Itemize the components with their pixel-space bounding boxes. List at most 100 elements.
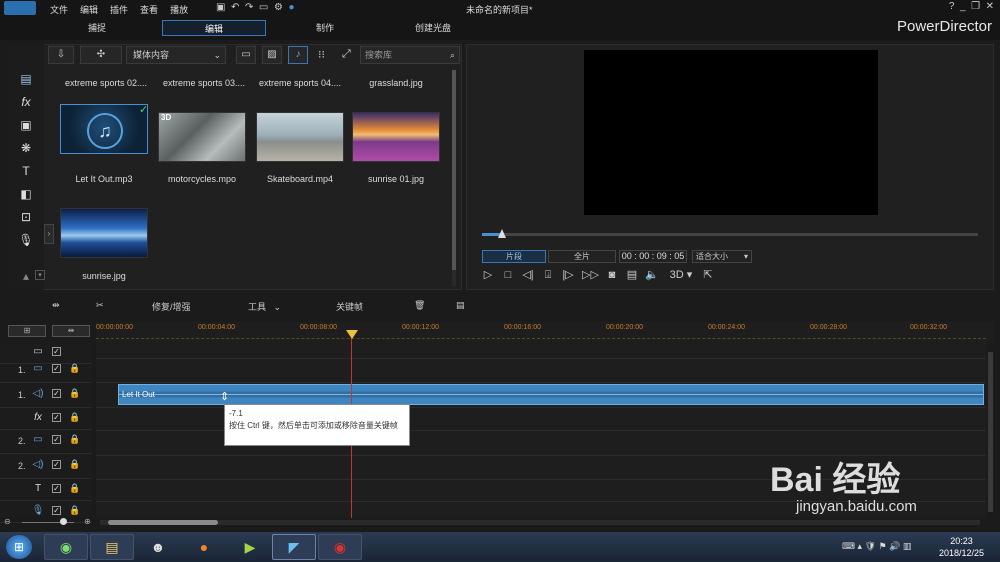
undo-icon[interactable]: ↶ [231, 2, 239, 13]
movie-mode-button[interactable]: 全片 [548, 250, 616, 263]
lock-icon[interactable]: 🔒 [69, 483, 80, 494]
play-icon[interactable]: ▷ [481, 268, 495, 282]
scissors-icon[interactable]: ✂ [96, 300, 104, 311]
camera-icon[interactable]: ◙ [605, 268, 619, 282]
track-enable-checkbox[interactable]: ✓ [52, 506, 61, 515]
taskbar-record-icon[interactable]: ◉ [318, 534, 362, 560]
fit-timeline-icon[interactable]: ⇹ [52, 325, 90, 337]
timeline-horizontal-scrollbar[interactable] [100, 520, 980, 525]
minimize-icon[interactable]: _ [960, 1, 966, 12]
aspect-icon[interactable]: ▭ [259, 2, 268, 13]
clip-mode-button[interactable]: 片段 [482, 250, 546, 263]
library-dropdown[interactable]: 媒体内容 ⌄ [126, 46, 226, 64]
taskbar-clock[interactable]: 20:23 2018/12/25 [939, 535, 984, 559]
subtitle-icon[interactable]: ▤ [625, 268, 639, 282]
import-icon[interactable]: ⇩ [48, 46, 74, 64]
taskbar-powerdirector-icon[interactable]: ◤ [272, 534, 316, 560]
help-icon[interactable]: ? [949, 1, 955, 12]
lock-icon[interactable]: 🔒 [69, 459, 80, 470]
menu-view[interactable]: 查看 [140, 3, 158, 16]
3d-mode-button[interactable]: 3D ▾ [668, 268, 694, 282]
keyframe-button[interactable]: 关键帧 [336, 300, 363, 313]
subtitle-room-icon[interactable]: ⊡ [18, 209, 34, 225]
lock-icon[interactable]: 🔒 [69, 412, 80, 423]
scroll-up-icon[interactable]: ▴ [18, 268, 34, 284]
track-enable-checkbox[interactable]: ✓ [52, 364, 61, 373]
upgrade-icon[interactable]: ● [288, 2, 294, 13]
scroll-down-icon[interactable]: ▾ [35, 270, 45, 280]
media-item-skateboard[interactable] [256, 112, 344, 162]
menu-play[interactable]: 播放 [170, 3, 188, 16]
volume-icon[interactable]: 🔈 [645, 268, 659, 282]
redo-icon[interactable]: ↷ [245, 2, 253, 13]
track-enable-checkbox[interactable]: ✓ [52, 460, 61, 469]
filter-video-icon[interactable]: ▭ [236, 46, 256, 64]
zoom-out-icon[interactable]: ⊖ [4, 517, 11, 526]
tab-produce[interactable]: 制作 [290, 20, 360, 36]
media-item-let-it-out[interactable]: ♫ ✓ [60, 104, 148, 154]
search-icon[interactable]: ⌕ [450, 47, 455, 63]
flag-icon[interactable]: ⚑ [879, 541, 887, 551]
expand-icon[interactable]: ⤢ [342, 48, 351, 61]
previous-frame-icon[interactable]: ◁| [521, 268, 535, 282]
media-item-sunrise[interactable] [60, 208, 148, 258]
zoom-handle[interactable] [60, 518, 67, 525]
filter-image-icon[interactable]: ▨ [262, 46, 282, 64]
taskbar-qq-icon[interactable]: ☻ [136, 534, 180, 560]
volume-tray-icon[interactable]: 🔊 [889, 541, 900, 551]
save-icon[interactable]: ▣ [216, 2, 225, 13]
fit-dropdown[interactable]: 适合大小 ▾ [692, 250, 752, 263]
media-room-icon[interactable]: ▤ [18, 71, 34, 87]
menu-plugins[interactable]: 插件 [110, 3, 128, 16]
title-room-icon[interactable]: T [18, 163, 34, 179]
stop-icon[interactable]: □ [501, 268, 515, 282]
lock-icon[interactable]: 🔒 [69, 363, 80, 374]
menu-edit[interactable]: 编辑 [80, 3, 98, 16]
keyboard-icon[interactable]: ⌨ [842, 541, 855, 551]
lock-icon[interactable]: 🔒 [69, 434, 80, 445]
fast-forward-icon[interactable]: ▷▷ [582, 268, 599, 282]
next-frame-icon[interactable]: |▷ [561, 268, 575, 282]
tools-button[interactable]: 工具 ⌄ [248, 300, 281, 313]
filter-audio-icon[interactable]: ♪ [288, 46, 308, 64]
track-enable-checkbox[interactable]: ✓ [52, 435, 61, 444]
taskbar-explorer-icon[interactable]: ▤ [90, 534, 134, 560]
network-icon[interactable]: ▥ [903, 541, 912, 551]
zoom-slider[interactable]: ⊖ ⊕ [4, 517, 94, 527]
timeline-scroll-thumb[interactable] [108, 520, 218, 525]
library-scrollbar[interactable] [452, 70, 456, 286]
close-icon[interactable]: ✕ [986, 1, 994, 12]
zoom-in-icon[interactable]: ⊕ [84, 517, 91, 526]
transition-room-icon[interactable]: ◧ [18, 186, 34, 202]
timecode-display[interactable]: 00 : 00 : 09 : 05 [619, 250, 687, 263]
taskbar-app-icon[interactable]: ◉ [44, 534, 88, 560]
fix-enhance-button[interactable]: 修复/增强 [152, 300, 191, 313]
media-item-motorcycles[interactable]: 3D [158, 112, 246, 162]
particle-room-icon[interactable]: ❋ [18, 140, 34, 156]
menu-file[interactable]: 文件 [50, 3, 68, 16]
library-search-input[interactable]: 搜索库 ⌕ [360, 46, 460, 64]
split-icon[interactable]: ⇹ [52, 300, 60, 311]
plugin-icon[interactable]: ✣ [80, 46, 122, 64]
media-item-sunrise01[interactable] [352, 112, 440, 162]
settings-icon[interactable]: ⚙ [274, 2, 283, 13]
restore-icon[interactable]: ❐ [971, 1, 980, 12]
track-enable-checkbox[interactable]: ✓ [52, 389, 61, 398]
taskbar-firefox-icon[interactable]: ● [182, 534, 226, 560]
tab-capture[interactable]: 捕捉 [60, 20, 134, 36]
track-enable-checkbox[interactable]: ✓ [52, 484, 61, 493]
undock-icon[interactable]: ⇱ [701, 268, 715, 282]
track-enable-checkbox[interactable]: ✓ [52, 413, 61, 422]
security-icon[interactable]: 🛡 [865, 541, 876, 551]
lock-icon[interactable]: 🔒 [69, 505, 80, 516]
tab-create-disc[interactable]: 创建光盘 [396, 20, 470, 36]
expand-panel-icon[interactable]: › [44, 224, 54, 244]
preview-scrubber[interactable] [482, 233, 978, 236]
track-manager-icon[interactable]: ⊞ [8, 325, 46, 337]
tab-edit[interactable]: 编辑 [162, 20, 266, 36]
pip-room-icon[interactable]: ▣ [18, 117, 34, 133]
snapshot-marker-icon[interactable]: ⍗ [541, 268, 555, 282]
voice-room-icon[interactable]: 🎙 [18, 232, 34, 248]
start-button[interactable]: ⊞ [6, 535, 32, 559]
delete-icon[interactable]: 🗑 [414, 300, 425, 311]
